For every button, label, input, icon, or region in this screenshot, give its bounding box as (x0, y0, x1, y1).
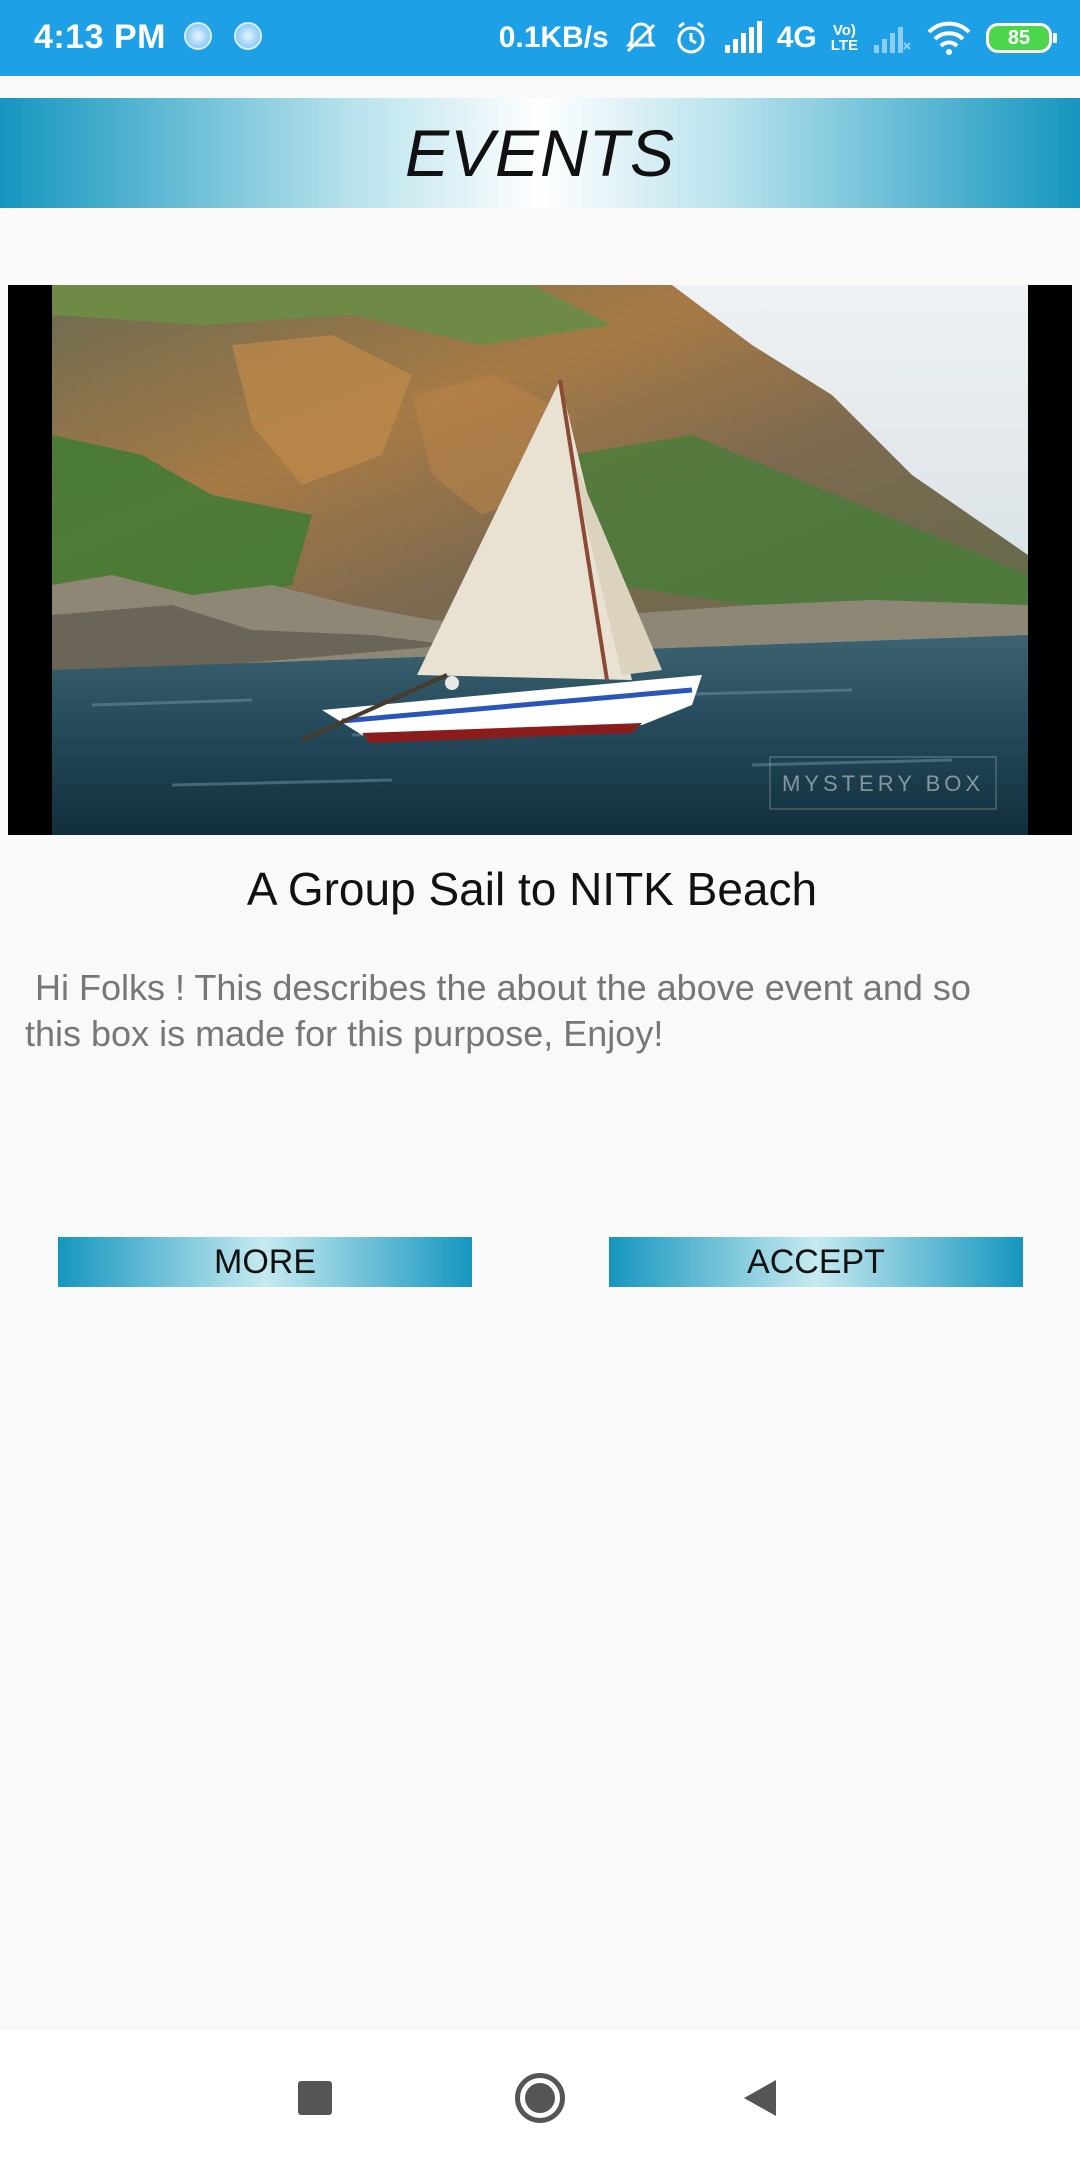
recent-apps-icon[interactable] (298, 2081, 332, 2115)
event-description: Hi Folks ! This describes the about the … (25, 967, 981, 1054)
wifi-icon (926, 20, 972, 56)
event-image: MYSTERY BOX (8, 285, 1072, 835)
more-button[interactable]: MORE (58, 1237, 472, 1287)
page-title: EVENTS (404, 116, 676, 190)
back-icon[interactable] (744, 2080, 776, 2116)
network-type: 4G (776, 21, 817, 54)
status-icons: 0.1KB/s 4G Vo) LTE 85 (498, 14, 1057, 62)
status-time: 4:13 PM (34, 18, 166, 56)
signal-icon (723, 21, 763, 55)
events-header: EVENTS (0, 98, 1080, 208)
status-bar: 4:13 PM 0.1KB/s 4G Vo) LTE 85 (0, 0, 1080, 76)
notification-icon (184, 22, 212, 50)
event-title: A Group Sail to NITK Beach (246, 863, 818, 915)
image-watermark: MYSTERY BOX (782, 771, 984, 796)
accept-button[interactable]: ACCEPT (609, 1237, 1023, 1287)
sailboat-photo-icon: MYSTERY BOX (52, 285, 1028, 835)
home-icon[interactable] (515, 2073, 565, 2123)
volte-icon: Vo) LTE (831, 23, 858, 53)
notification-icon (234, 22, 262, 50)
alarm-icon (673, 20, 709, 56)
mute-bell-icon (623, 20, 659, 56)
volte-label-bottom: LTE (830, 37, 858, 54)
signal-weak-icon (872, 21, 912, 55)
navigation-bar (0, 2030, 1080, 2160)
battery-icon: 85 (986, 23, 1057, 53)
network-speed: 0.1KB/s (498, 21, 609, 54)
volte-label-top: Vo) (832, 22, 856, 39)
